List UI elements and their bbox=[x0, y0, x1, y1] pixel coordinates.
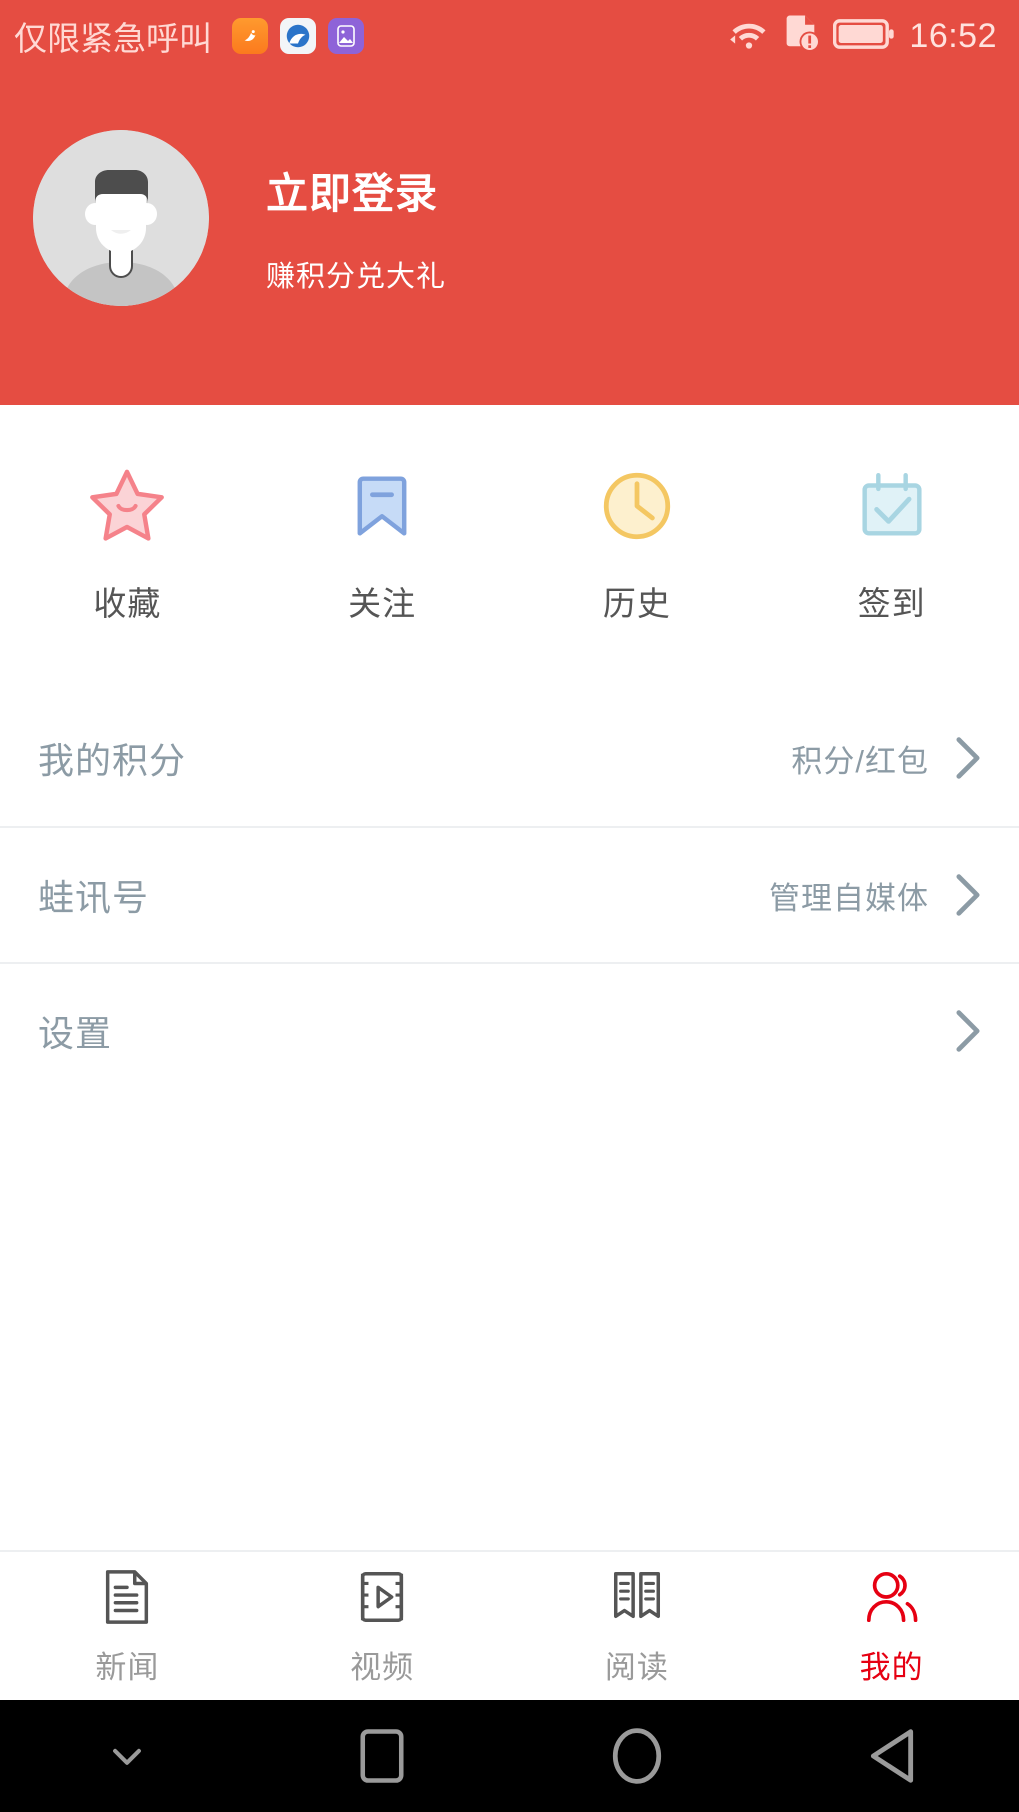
document-icon bbox=[96, 1566, 158, 1628]
chevron-right-icon bbox=[955, 873, 981, 917]
film-play-icon bbox=[351, 1566, 413, 1628]
quick-action-label: 收藏 bbox=[93, 585, 162, 622]
recents-square-icon[interactable] bbox=[255, 1728, 510, 1784]
list-row-value: 积分/红包 bbox=[791, 743, 929, 779]
clock-label: 16:52 bbox=[909, 16, 997, 55]
tab-label: 阅读 bbox=[604, 1649, 669, 1685]
list-row-title: 蛙讯号 bbox=[38, 877, 150, 918]
tab-label: 视频 bbox=[350, 1649, 415, 1685]
list-row-right: 管理自媒体 bbox=[769, 873, 981, 918]
star-icon bbox=[84, 463, 170, 549]
wifi-icon bbox=[727, 16, 771, 57]
tab-news[interactable]: 新闻 bbox=[0, 1566, 255, 1687]
chevron-right-icon bbox=[955, 1009, 981, 1053]
status-bar-right: 16:52 bbox=[727, 14, 997, 59]
tab-mine[interactable]: 我的 bbox=[764, 1566, 1019, 1687]
people-icon bbox=[861, 1566, 923, 1628]
tab-label: 我的 bbox=[859, 1649, 924, 1685]
calendar-check-icon bbox=[849, 463, 935, 549]
settings-list: 我的积分 积分/红包 蛙讯号 管理自媒体 设置 bbox=[0, 690, 1019, 1098]
login-title[interactable]: 立即登录 bbox=[266, 160, 446, 221]
quick-actions: 收藏 关注 历史 签到 bbox=[0, 405, 1019, 695]
list-row-settings[interactable]: 设置 bbox=[0, 962, 1019, 1098]
tab-video[interactable]: 视频 bbox=[255, 1566, 510, 1687]
list-row-points[interactable]: 我的积分 积分/红包 bbox=[0, 690, 1019, 826]
purple-app-icon bbox=[328, 18, 364, 54]
quick-action-favorites[interactable]: 收藏 bbox=[0, 405, 255, 625]
hide-nav-chevron-icon[interactable] bbox=[0, 1745, 255, 1767]
uc-browser-icon bbox=[232, 18, 268, 54]
profile-header: 立即登录 赚积分兑大礼 bbox=[0, 72, 1019, 405]
quick-action-following[interactable]: 关注 bbox=[255, 405, 510, 625]
carrier-label: 仅限紧急呼叫 bbox=[14, 20, 212, 57]
android-navigation-bar bbox=[0, 1700, 1019, 1812]
login-block[interactable]: 立即登录 赚积分兑大礼 bbox=[266, 160, 446, 295]
tab-label: 新闻 bbox=[95, 1649, 160, 1685]
quick-action-label: 关注 bbox=[348, 585, 417, 622]
clock-icon bbox=[594, 463, 680, 549]
sim-alert-icon bbox=[785, 14, 821, 59]
avatar[interactable] bbox=[33, 130, 209, 306]
home-circle-icon[interactable] bbox=[510, 1727, 765, 1785]
list-row-right: 积分/红包 bbox=[791, 736, 981, 781]
list-row-media-account[interactable]: 蛙讯号 管理自媒体 bbox=[0, 826, 1019, 962]
list-row-title: 设置 bbox=[38, 1013, 113, 1054]
quick-action-label: 签到 bbox=[857, 585, 926, 622]
open-book-icon bbox=[606, 1566, 668, 1628]
status-bar-left: 仅限紧急呼叫 bbox=[14, 12, 364, 60]
quick-action-checkin[interactable]: 签到 bbox=[764, 405, 1019, 625]
list-row-title: 我的积分 bbox=[38, 740, 187, 781]
bottom-tab-bar: 新闻 视频 阅读 我的 bbox=[0, 1550, 1019, 1700]
bookmark-icon bbox=[339, 463, 425, 549]
chevron-right-icon bbox=[955, 736, 981, 780]
login-subtitle: 赚积分兑大礼 bbox=[266, 261, 447, 293]
cloud-app-icon bbox=[280, 18, 316, 54]
quick-action-label: 历史 bbox=[602, 585, 671, 622]
battery-icon bbox=[833, 17, 895, 56]
back-triangle-icon[interactable] bbox=[764, 1728, 1019, 1784]
app-screen: 仅限紧急呼叫 16:52 立即登录 赚积分兑大礼 收藏 关注 历史 签到 我的积… bbox=[0, 0, 1019, 1812]
notification-icons bbox=[232, 18, 364, 54]
quick-action-history[interactable]: 历史 bbox=[510, 405, 765, 625]
list-row-value: 管理自媒体 bbox=[769, 880, 929, 916]
status-bar: 仅限紧急呼叫 16:52 bbox=[0, 0, 1019, 72]
list-row-right bbox=[929, 1009, 981, 1053]
tab-reading[interactable]: 阅读 bbox=[510, 1566, 765, 1687]
